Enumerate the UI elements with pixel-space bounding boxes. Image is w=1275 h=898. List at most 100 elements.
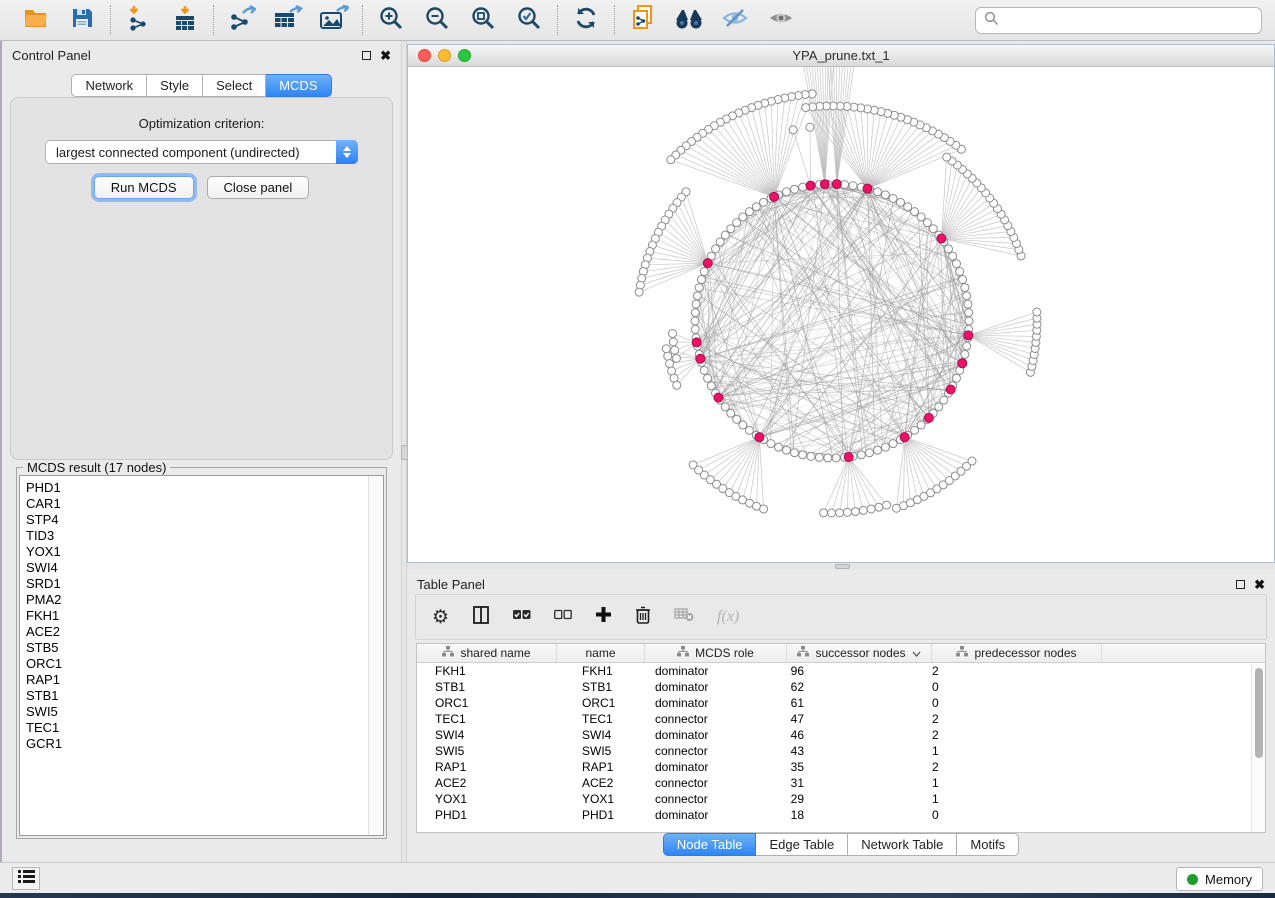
mcds-result-item[interactable]: STB1 [20, 688, 367, 704]
table-row[interactable]: SWI4SWI4dominator462 [417, 727, 1265, 743]
zoom-in-button[interactable] [374, 4, 408, 36]
mcds-result-list[interactable]: PHD1CAR1STP4TID3YOX1SWI4SRD1PMA2FKH1ACE2… [19, 475, 384, 836]
mcds-result-item[interactable]: ACE2 [20, 624, 367, 640]
horizontal-split-divider[interactable] [407, 563, 1275, 570]
table-cell: TEC1 [417, 712, 557, 726]
mcds-result-item[interactable]: ORC1 [20, 656, 367, 672]
mcds-result-item[interactable]: CAR1 [20, 496, 367, 512]
tab-select[interactable]: Select [203, 74, 266, 97]
network-canvas[interactable] [408, 67, 1274, 562]
tab-node-table[interactable]: Node Table [663, 833, 757, 856]
mcds-result-item[interactable]: SWI4 [20, 560, 367, 576]
float-panel-icon[interactable] [1236, 580, 1245, 589]
mcds-result-item[interactable]: SWI5 [20, 704, 367, 720]
mcds-result-item[interactable]: TEC1 [20, 720, 367, 736]
mcds-result-item[interactable]: PMA2 [20, 592, 367, 608]
hide-selected-button[interactable] [718, 4, 752, 36]
mcds-result-item[interactable]: PHD1 [20, 480, 367, 496]
node-table[interactable]: shared namenameMCDS rolesuccessor nodesp… [416, 643, 1266, 833]
tab-mcds[interactable]: MCDS [266, 74, 331, 97]
window-minimize-button[interactable] [438, 49, 451, 62]
delete-table-button[interactable] [674, 607, 694, 627]
add-row-button[interactable] [595, 606, 612, 628]
export-image-icon [319, 5, 349, 36]
export-table-button[interactable] [271, 4, 305, 36]
table-row[interactable]: YOX1YOX1connector291 [417, 791, 1265, 807]
zoom-selected-icon [516, 5, 542, 36]
column-header-successor-nodes[interactable]: successor nodes [787, 644, 932, 662]
show-all-button[interactable] [764, 4, 798, 36]
unselect-all-button[interactable] [554, 608, 572, 626]
zoom-fit-button[interactable] [466, 4, 500, 36]
window-close-button[interactable] [418, 49, 431, 62]
table-row[interactable]: STB1STB1dominator620 [417, 679, 1265, 695]
clone-network-button[interactable] [626, 4, 660, 36]
select-all-button[interactable] [513, 608, 531, 626]
table-cell: SWI5 [557, 744, 645, 758]
mcds-list-scrollbar[interactable] [368, 476, 383, 835]
delete-row-button[interactable] [635, 606, 651, 629]
tab-network-table[interactable]: Network Table [848, 833, 957, 856]
network-graph [408, 67, 1274, 562]
export-image-button[interactable] [317, 4, 351, 36]
zoom-selected-button[interactable] [512, 4, 546, 36]
mcds-result-item[interactable]: SRD1 [20, 576, 367, 592]
optimization-criterion-label: Optimization criterion: [11, 98, 392, 131]
task-history-button[interactable] [12, 867, 40, 890]
open-session-button[interactable] [19, 4, 53, 36]
close-panel-icon[interactable]: ✖ [380, 51, 391, 60]
table-row[interactable]: PHD1PHD1dominator180 [417, 807, 1265, 823]
plus-icon [595, 606, 612, 628]
table-row[interactable]: TEC1TEC1connector472 [417, 711, 1265, 727]
zoom-out-button[interactable] [420, 4, 454, 36]
table-settings-button[interactable]: ⚙ [432, 608, 449, 627]
search-input[interactable] [1005, 12, 1253, 29]
table-row[interactable]: SWI5SWI5connector431 [417, 743, 1265, 759]
memory-button[interactable]: Memory [1176, 867, 1263, 891]
search-box[interactable] [975, 7, 1262, 34]
table-cell: 1 [932, 744, 1102, 758]
table-row[interactable]: ACE2ACE2connector311 [417, 775, 1265, 791]
scrollbar-thumb[interactable] [1255, 668, 1263, 758]
table-cell: 43 [787, 744, 932, 758]
table-row[interactable]: RAP1RAP1dominator352 [417, 759, 1265, 775]
close-panel-button[interactable]: Close panel [207, 176, 310, 199]
tab-network[interactable]: Network [71, 74, 147, 97]
table-row[interactable]: ORC1ORC1dominator610 [417, 695, 1265, 711]
table-scrollbar[interactable] [1251, 664, 1265, 832]
close-panel-icon[interactable]: ✖ [1254, 580, 1265, 589]
import-table-button[interactable] [168, 4, 202, 36]
mcds-result-item[interactable]: STP4 [20, 512, 367, 528]
split-grip[interactable] [835, 564, 850, 569]
tab-edge-table[interactable]: Edge Table [756, 833, 848, 856]
export-network-button[interactable] [225, 4, 259, 36]
network-titlebar[interactable]: YPA_prune.txt_1 [408, 45, 1274, 67]
mcds-result-item[interactable]: TID3 [20, 528, 367, 544]
table-cell: dominator [645, 808, 787, 822]
column-header-shared-name[interactable]: shared name [417, 644, 557, 662]
column-header-mcds-role[interactable]: MCDS role [645, 644, 787, 662]
column-header-name[interactable]: name [557, 644, 645, 662]
run-mcds-button[interactable]: Run MCDS [94, 176, 194, 199]
tab-style[interactable]: Style [147, 74, 203, 97]
mcds-result-item[interactable]: GCR1 [20, 736, 367, 752]
function-builder-button[interactable]: f(x) [717, 608, 739, 626]
import-network-button[interactable] [122, 4, 156, 36]
tab-motifs[interactable]: Motifs [957, 833, 1019, 856]
delete-table-icon [674, 607, 694, 627]
apply-layout-button[interactable] [569, 4, 603, 36]
mcds-result-item[interactable]: FKH1 [20, 608, 367, 624]
show-column-button[interactable] [472, 606, 490, 629]
mcds-result-item[interactable]: STB5 [20, 640, 367, 656]
table-row[interactable]: FKH1FKH1dominator962 [417, 663, 1265, 679]
mcds-result-item[interactable]: YOX1 [20, 544, 367, 560]
table-header-row: shared namenameMCDS rolesuccessor nodesp… [417, 644, 1265, 663]
float-panel-icon[interactable] [362, 51, 371, 60]
mcds-result-item[interactable]: RAP1 [20, 672, 367, 688]
column-header-predecessor-nodes[interactable]: predecessor nodes [932, 644, 1102, 662]
table-cell: connector [645, 712, 787, 726]
save-session-button[interactable] [65, 4, 99, 36]
first-neighbors-button[interactable] [672, 4, 706, 36]
window-maximize-button[interactable] [458, 49, 471, 62]
optimization-criterion-select[interactable]: largest connected component (undirected) [45, 140, 358, 164]
